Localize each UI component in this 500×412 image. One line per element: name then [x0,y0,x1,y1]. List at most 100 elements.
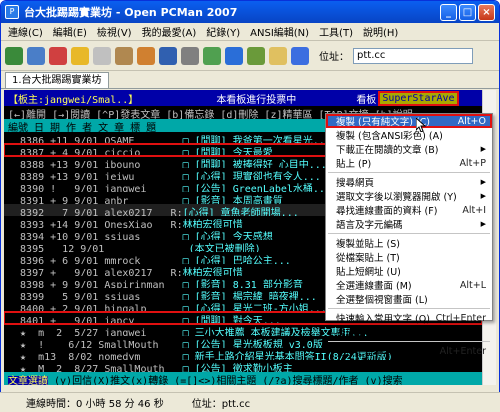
article-title: □ [心得] 現實卻也有令人... [182,172,321,180]
article-title: □ [心得] 今天感想 [182,232,273,240]
article-meta: 8393 +14 9/01 OnesXiao R: [8,220,183,228]
article-meta: 8394 +10 9/01 ssiuas [8,232,183,240]
context-menu-label: 語言及字元編碼 [336,220,403,231]
context-menu: 複製 (只有純文字) (C) Alt+O 複製 (包含ANSI彩色) (A) 下載正在… [325,113,493,358]
article-meta: 8389 +13 9/01 jeiwu [8,172,183,180]
copy-paste-icon[interactable] [137,46,155,65]
footer-help: 文章選讀 (y)回信(X)推文(x)轉錄 (=[]<>)相關主題 (/?a)搜尋… [4,372,482,385]
menu-view[interactable]: 檢視(V) [92,24,137,39]
context-menu-label: 複製並貼上 (S) [336,239,400,250]
article-meta: 8386 +11 9/01 OSAME [8,136,183,144]
copy-icon[interactable] [93,46,111,65]
reconnect-icon[interactable] [27,46,45,65]
app-icon: P [5,5,19,19]
article-meta: 8400 + 2 9/01 hingalp [8,304,183,312]
menu-edit[interactable]: 編輯(E) [48,24,92,39]
menu-history[interactable]: 紀錄(Y) [201,24,245,39]
context-menu-item[interactable]: 從檔案貼上 (T) [326,250,492,264]
board-header: 【板主:jangwei/Smal..】 本看板進行投票中 看板 SuperSta… [4,90,482,106]
article-meta: 8397 + 9/01 alex0217 R: [8,268,183,276]
article-title: □ [影音] 楊宗緯 暗夜裡... [182,292,317,300]
context-menu-label: 切換全螢幕瀏覽 (J) [336,347,416,358]
context-menu-item[interactable]: 語言及字元編碼 ▶ [326,217,492,231]
context-menu-label: 複製 (包含ANSI彩色) (A) [336,131,443,142]
article-meta: 8399 5 9/01 ssiuas [8,292,183,300]
article-meta: 8387 + 4 9/01 ciccio [8,148,183,156]
article-title: 林柏宏很可惜 [182,220,243,228]
article-row[interactable]: ★ M 2 8/27 SmallMouth □ [公告] 徵求勤小板主 [4,360,482,372]
help-icon[interactable] [291,46,309,65]
context-menu-item[interactable]: 複製 (只有純文字) (C) Alt+O [326,114,492,128]
footer-mode: 文章選讀 [8,376,48,385]
article-meta: 8395 12 9/01 [8,244,189,252]
context-menu-item[interactable]: 搜尋網頁 ▶ [326,175,492,189]
submenu-arrow-icon: ▶ [480,192,486,200]
connect-icon[interactable] [5,46,23,65]
maximize-button[interactable]: □ [459,3,476,21]
tab-ptt[interactable]: 1.台大批踢踢實業坊 [5,72,109,88]
context-menu-item[interactable]: 尋找連線畫面的資料 (F) Alt+I [326,203,492,218]
menu-favorites[interactable]: 我的最愛(A) [137,24,202,39]
context-menu-label: 複製 (只有純文字) (C) [336,117,430,128]
mouse-cursor-icon [416,118,426,132]
article-title: □ [影音] 8.31 部分影音 [182,280,303,288]
font-icon[interactable] [159,46,177,65]
title-bar[interactable]: P 台大批踢踢實業坊 - Open PCMan 2007 _ □ × [1,1,499,23]
address-input[interactable]: ptt.cc [353,47,473,64]
window-title: 台大批踢踢實業坊 - Open PCMan 2007 [24,6,238,19]
article-meta: ★ m 2 5/27 jangwei [8,328,183,336]
context-menu-shortcut: Alt+P [459,157,486,169]
status-address: 位址：ptt.cc [191,399,251,410]
context-menu-item[interactable]: 複製 (包含ANSI彩色) (A) [326,128,492,142]
minimize-button[interactable]: _ [440,3,457,21]
article-title: 林柏宏很可惜 [182,268,243,276]
antiidle-icon[interactable] [203,46,221,65]
tab-bar: 1.台大批踢踢實業坊 [1,71,499,89]
settings-icon[interactable] [181,46,199,65]
submenu-arrow-icon: ▶ [480,178,486,186]
lock-icon[interactable] [269,46,287,65]
screen-icon[interactable] [225,46,243,65]
context-menu-item[interactable]: 貼上短網址 (U) [326,264,492,278]
context-menu-item[interactable]: 選取文字後以瀏覽器開啟 (Y) ▶ [326,189,492,203]
context-menu-item[interactable]: 全選連線畫面 (M) Alt+L [326,278,492,293]
context-menu-item[interactable]: 複製並貼上 (S) [326,236,492,250]
footer-text: (y)回信(X)推文(x)轉錄 (=[]<>)相關主題 (/?a)搜尋標題/作者… [48,376,403,385]
image-icon[interactable] [247,46,265,65]
disconnect-icon[interactable] [49,46,67,65]
submenu-arrow-icon: ▶ [480,145,486,153]
context-menu-item[interactable]: 播放動畫 (N) [326,325,492,339]
close-button[interactable]: × [478,3,495,21]
context-menu-item[interactable]: 切換全螢幕瀏覽 (J) Alt+Enter [326,344,492,359]
article-title: □ [影音] 本周高畫質 [182,196,283,204]
menu-connection[interactable]: 連線(C) [3,24,48,39]
context-menu-label: 播放動畫 (N) [336,328,392,339]
article-title: □ [閒聊] 今天最愛 [182,148,273,156]
context-menu-shortcut: Alt+L [459,279,486,291]
menu-tools[interactable]: 工具(T) [314,24,358,39]
menu-separator [328,233,490,234]
article-meta: 8396 + 6 9/01 mmrock [8,256,183,264]
menu-bar: 連線(C) 編輯(E) 檢視(V) 我的最愛(A) 紀錄(Y) ANSI編輯(N… [1,23,499,41]
connection-time: 連線時間：0 小時 58 分 46 秒 [26,399,164,410]
article-title: □ [公告] 星光板板規 v3.0版 [182,340,323,348]
board-name: SuperStarAve [378,90,459,106]
menu-help[interactable]: 說明(H) [358,24,403,39]
article-meta: 8401 + 9/01 iapcy [8,316,183,324]
context-menu-item[interactable]: 下載正在閱讀的文章 (B) ▶ [326,142,492,156]
address-label: 位址： [319,52,349,63]
context-menu-shortcut: Alt+Enter [439,345,486,357]
context-menu-label: 選取文字後以瀏覽器開啟 (Y) [336,192,457,203]
article-title: □ [閒聊] 被捧得好 心目中... [182,160,327,168]
status-bar: 連線時間：0 小時 58 分 46 秒 位址：ptt.cc [0,392,500,412]
context-menu-shortcut: Alt+O [457,115,486,127]
menu-ansi-edit[interactable]: ANSI編輯(N) [245,24,314,39]
context-menu-item[interactable]: 快速輸入常用文字 (Q) Ctrl+Enter [326,311,492,326]
submenu-arrow-icon: ▶ [480,220,486,228]
article-title: [心得] 章魚老師開場... [182,208,299,216]
article-title: □ [公告] 徵求勤小板主 [182,364,293,372]
context-menu-item[interactable]: 貼上 (P) Alt+P [326,156,492,171]
paste-icon[interactable] [115,46,133,65]
context-menu-item[interactable]: 全選整個視窗畫面 (L) [326,292,492,306]
favorites-icon[interactable] [71,46,89,65]
